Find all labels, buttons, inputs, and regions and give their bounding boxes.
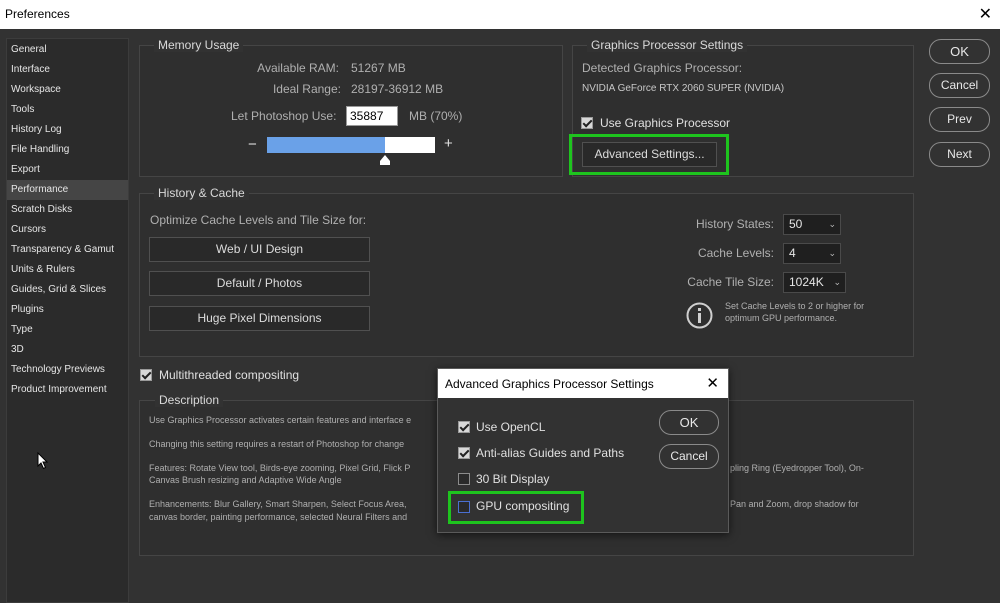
ideal-range-value: 28197-36912 MB xyxy=(351,82,444,96)
cancel-button[interactable]: Cancel xyxy=(929,73,990,98)
memory-slider-track[interactable] xyxy=(267,137,435,153)
optimize-cache-label: Optimize Cache Levels and Tile Size for: xyxy=(150,213,367,227)
description-line3a: Features: Rotate View tool, Birds-eye zo… xyxy=(149,463,411,473)
dialog-close-icon[interactable]: ✕ xyxy=(706,374,719,392)
use-gpu-label: Use Graphics Processor xyxy=(600,116,731,130)
ideal-range-label: Ideal Range: xyxy=(272,82,341,96)
next-button[interactable]: Next xyxy=(929,142,990,167)
sidebar-item-tools[interactable]: Tools xyxy=(7,100,128,120)
memory-unit-label: MB (70%) xyxy=(409,109,463,123)
sidebar-item-units-rulers[interactable]: Units & Rulers xyxy=(7,260,128,280)
mouse-cursor-icon xyxy=(37,452,49,470)
dialog-titlebar: Advanced Graphics Processor Settings ✕ xyxy=(438,369,728,398)
30-bit-display-checkbox[interactable] xyxy=(458,473,470,485)
sidebar-item-interface[interactable]: Interface xyxy=(7,60,128,80)
sidebar-item-type[interactable]: Type xyxy=(7,320,128,340)
detected-gpu-label: Detected Graphics Processor: xyxy=(582,61,743,75)
cache-tile-size-label: Cache Tile Size: xyxy=(687,275,774,289)
window-titlebar: Preferences ✕ xyxy=(0,0,1000,29)
memory-slider-fill xyxy=(267,137,385,153)
sidebar-item-general[interactable]: General xyxy=(7,40,128,60)
history-states-value: 50 xyxy=(789,217,803,231)
use-opencl-label: Use OpenCL xyxy=(476,420,546,434)
sidebar-item-product-improvement[interactable]: Product Improvement xyxy=(7,380,128,400)
sidebar-item-plugins[interactable]: Plugins xyxy=(7,300,128,320)
cache-tile-size-select[interactable]: 1024K ⌄ xyxy=(783,272,846,293)
web-ui-design-button[interactable]: Web / UI Design xyxy=(149,237,370,262)
30-bit-display-label: 30 Bit Display xyxy=(476,472,550,486)
ok-button[interactable]: OK xyxy=(929,39,990,64)
sidebar-item-workspace[interactable]: Workspace xyxy=(7,80,128,100)
memory-minus-icon[interactable]: − xyxy=(248,136,257,153)
anti-alias-label: Anti-alias Guides and Paths xyxy=(476,446,625,460)
available-ram-value: 51267 MB xyxy=(351,61,406,75)
cache-levels-label: Cache Levels: xyxy=(697,246,774,260)
description-line2: Changing this setting requires a restart… xyxy=(149,439,405,449)
info-icon xyxy=(686,302,713,329)
window-close-icon[interactable]: ✕ xyxy=(979,4,992,24)
description-line4b: canvas border, painting performance, sel… xyxy=(149,512,408,522)
sidebar-item-3d[interactable]: 3D xyxy=(7,340,128,360)
cache-levels-select[interactable]: 4 ⌄ xyxy=(783,243,841,264)
default-photos-button[interactable]: Default / Photos xyxy=(149,271,370,296)
preferences-sidebar: General Interface Workspace Tools Histor… xyxy=(6,38,129,603)
multithreaded-label: Multithreaded compositing xyxy=(159,368,300,382)
dialog-cancel-button[interactable]: Cancel xyxy=(659,444,719,469)
description-line3b: Canvas Brush resizing and Adaptive Wide … xyxy=(149,475,342,485)
dialog-ok-button[interactable]: OK xyxy=(659,410,719,435)
cache-levels-value: 4 xyxy=(789,246,796,260)
use-gpu-checkbox[interactable] xyxy=(581,117,593,129)
chevron-down-icon: ⌄ xyxy=(828,248,836,258)
chevron-down-icon: ⌄ xyxy=(833,277,841,287)
cache-tile-size-value: 1024K xyxy=(789,275,824,289)
memory-amount-input[interactable]: 35887 xyxy=(346,106,398,126)
description-legend: Description xyxy=(155,393,224,407)
advanced-settings-button[interactable]: Advanced Settings... xyxy=(582,142,717,167)
sidebar-item-history-log[interactable]: History Log xyxy=(7,120,128,140)
let-photoshop-use-label: Let Photoshop Use: xyxy=(231,109,337,123)
sidebar-item-cursors[interactable]: Cursors xyxy=(7,220,128,240)
chevron-down-icon: ⌄ xyxy=(828,219,836,229)
info-text-line2: optimum GPU performance. xyxy=(725,313,838,323)
prev-button[interactable]: Prev xyxy=(929,107,990,132)
memory-plus-icon[interactable]: + xyxy=(444,135,453,152)
sidebar-item-guides-grid-slices[interactable]: Guides, Grid & Slices xyxy=(7,280,128,300)
sidebar-item-performance[interactable]: Performance xyxy=(7,180,128,200)
gpu-compositing-label: GPU compositing xyxy=(476,499,570,513)
window-title: Preferences xyxy=(5,7,70,21)
memory-slider-thumb[interactable] xyxy=(379,155,390,165)
gpu-compositing-checkbox[interactable] xyxy=(458,501,470,513)
gpu-settings-legend: Graphics Processor Settings xyxy=(587,38,748,52)
history-cache-legend: History & Cache xyxy=(154,186,249,200)
anti-alias-checkbox[interactable] xyxy=(458,447,470,459)
history-states-label: History States: xyxy=(695,217,774,231)
sidebar-item-transparency-gamut[interactable]: Transparency & Gamut xyxy=(7,240,128,260)
dialog-title: Advanced Graphics Processor Settings xyxy=(445,377,654,391)
sidebar-item-export[interactable]: Export xyxy=(7,160,128,180)
advanced-gpu-dialog: Advanced Graphics Processor Settings ✕ U… xyxy=(437,368,729,533)
multithreaded-checkbox[interactable] xyxy=(140,369,152,381)
huge-pixel-dimensions-button[interactable]: Huge Pixel Dimensions xyxy=(149,306,370,331)
description-line3c: pling Ring (Eyedropper Tool), On- xyxy=(730,463,864,473)
history-states-select[interactable]: 50 ⌄ xyxy=(783,214,841,235)
use-opencl-checkbox[interactable] xyxy=(458,421,470,433)
sidebar-item-technology-previews[interactable]: Technology Previews xyxy=(7,360,128,380)
description-line1: Use Graphics Processor activates certain… xyxy=(149,415,412,425)
sidebar-item-scratch-disks[interactable]: Scratch Disks xyxy=(7,200,128,220)
available-ram-label: Available RAM: xyxy=(257,61,339,75)
info-text-line1: Set Cache Levels to 2 or higher for xyxy=(725,301,865,311)
sidebar-item-file-handling[interactable]: File Handling xyxy=(7,140,128,160)
memory-usage-legend: Memory Usage xyxy=(154,38,244,52)
detected-gpu-value: NVIDIA GeForce RTX 2060 SUPER (NVIDIA) xyxy=(582,83,785,94)
description-line4a: Enhancements: Blur Gallery, Smart Sharpe… xyxy=(149,499,407,509)
description-line4c: Pan and Zoom, drop shadow for xyxy=(730,499,859,509)
